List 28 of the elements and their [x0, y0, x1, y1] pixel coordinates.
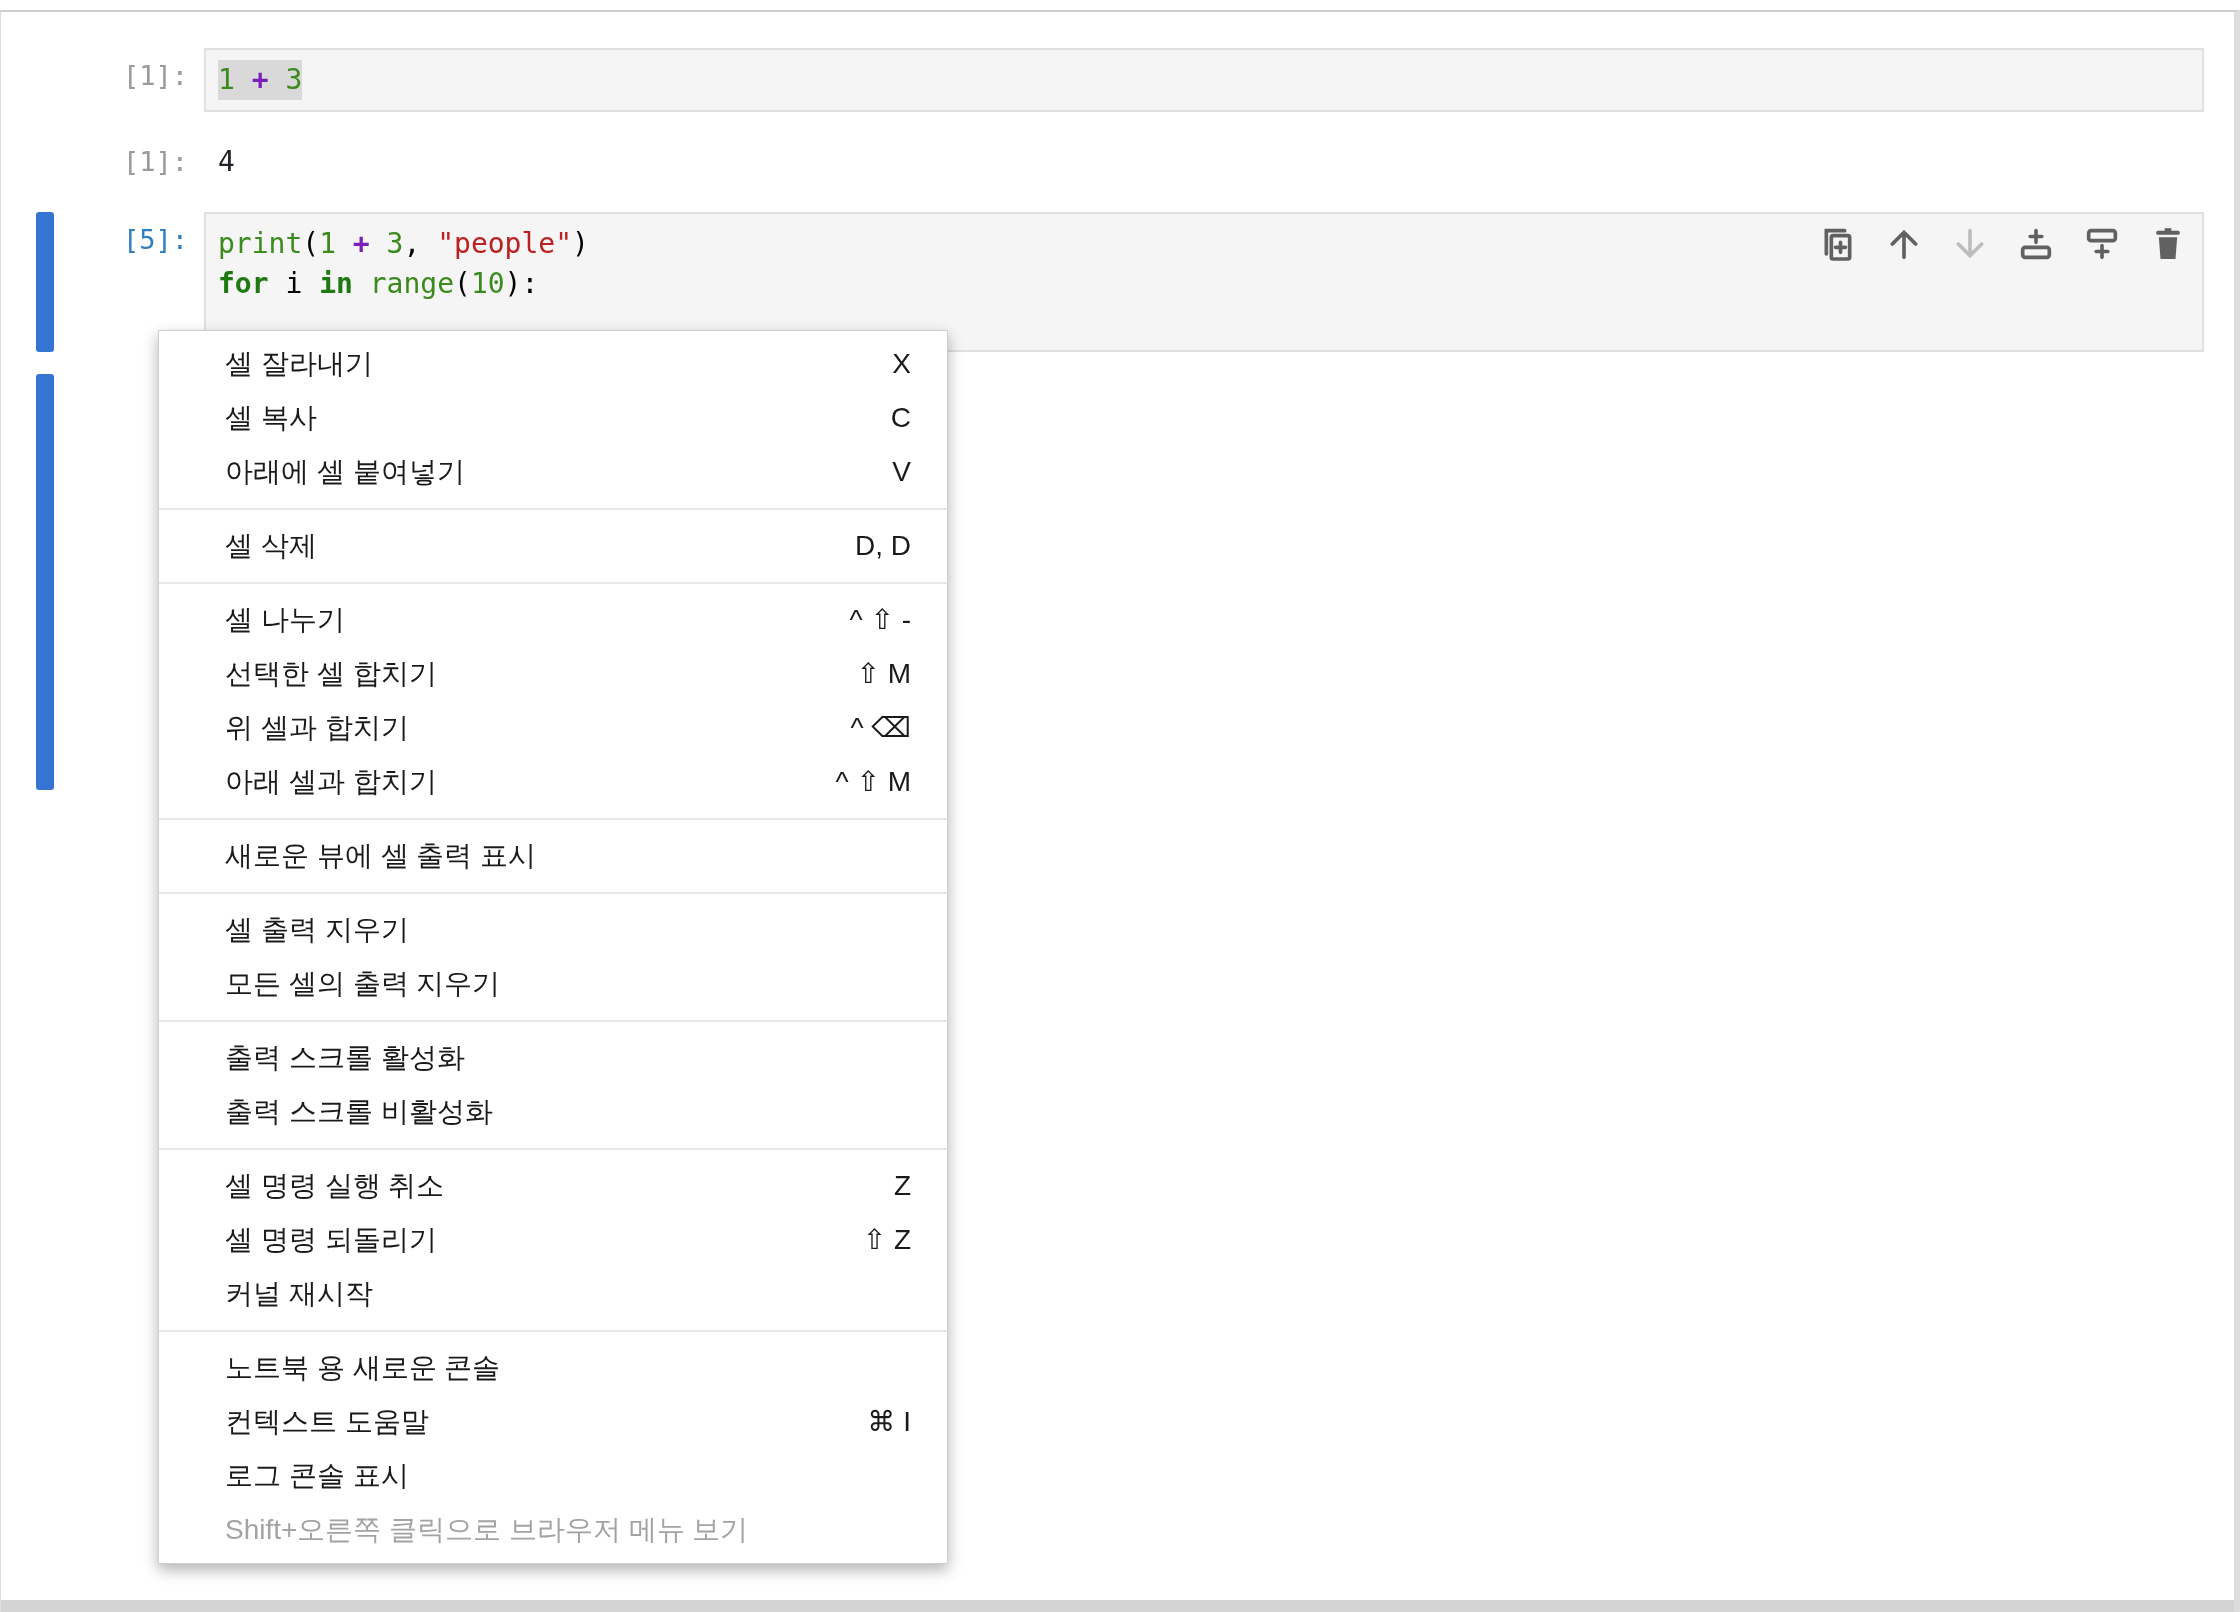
execution-prompt: [5]: — [122, 224, 188, 255]
cell-collapser[interactable] — [36, 212, 54, 352]
output-text: 4 — [218, 145, 235, 178]
execution-prompt: [1]: — [122, 146, 188, 177]
menu-item[interactable]: 셀 명령 실행 취소 Z — [159, 1159, 947, 1213]
menu-item[interactable]: 셀 복사 C — [159, 391, 947, 445]
menu-item[interactable]: 커널 재시작 — [159, 1267, 947, 1321]
menu-item[interactable]: 로그 콘솔 표시 — [159, 1449, 947, 1503]
menu-item[interactable]: 아래 셀과 합치기 ^ ⇧ M — [159, 755, 947, 809]
menu-item[interactable]: 출력 스크롤 활성화 — [159, 1031, 947, 1085]
menu-item[interactable]: 컨텍스트 도움말 ⌘ I — [159, 1395, 947, 1449]
menu-item[interactable]: 새로운 뷰에 셀 출력 표시 — [159, 829, 947, 883]
menu-item[interactable]: 선택한 셀 합치기 ⇧ M — [159, 647, 947, 701]
code-editor[interactable]: print(1 + 3, "people") for i in range(10): — [204, 212, 2204, 352]
menu-item[interactable]: 출력 스크롤 비활성화 — [159, 1085, 947, 1139]
code-line: print(1 + 3, "people") — [218, 226, 589, 262]
menu-item[interactable]: 셀 나누기 ^ ⇧ - — [159, 593, 947, 647]
menu-item[interactable]: 셀 출력 지우기 — [159, 903, 947, 957]
cell-collapser[interactable] — [36, 374, 54, 790]
execution-prompt: [1]: — [122, 60, 188, 91]
menu-item[interactable]: 위 셀과 합치기 ^ ⌫ — [159, 701, 947, 755]
menu-item[interactable]: 셀 삭제 D, D — [159, 519, 947, 573]
menu-item[interactable]: 셀 명령 되돌리기 ⇧ Z — [159, 1213, 947, 1267]
code-line: for i in range(10): — [218, 266, 539, 302]
menu-item[interactable]: 노트북 용 새로운 콘솔 — [159, 1341, 947, 1395]
menu-item[interactable]: 모든 셀의 출력 지우기 — [159, 957, 947, 1011]
menu-item[interactable]: 아래에 셀 붙여넣기 V — [159, 445, 947, 499]
code-editor[interactable]: 1 + 3 — [204, 48, 2204, 112]
